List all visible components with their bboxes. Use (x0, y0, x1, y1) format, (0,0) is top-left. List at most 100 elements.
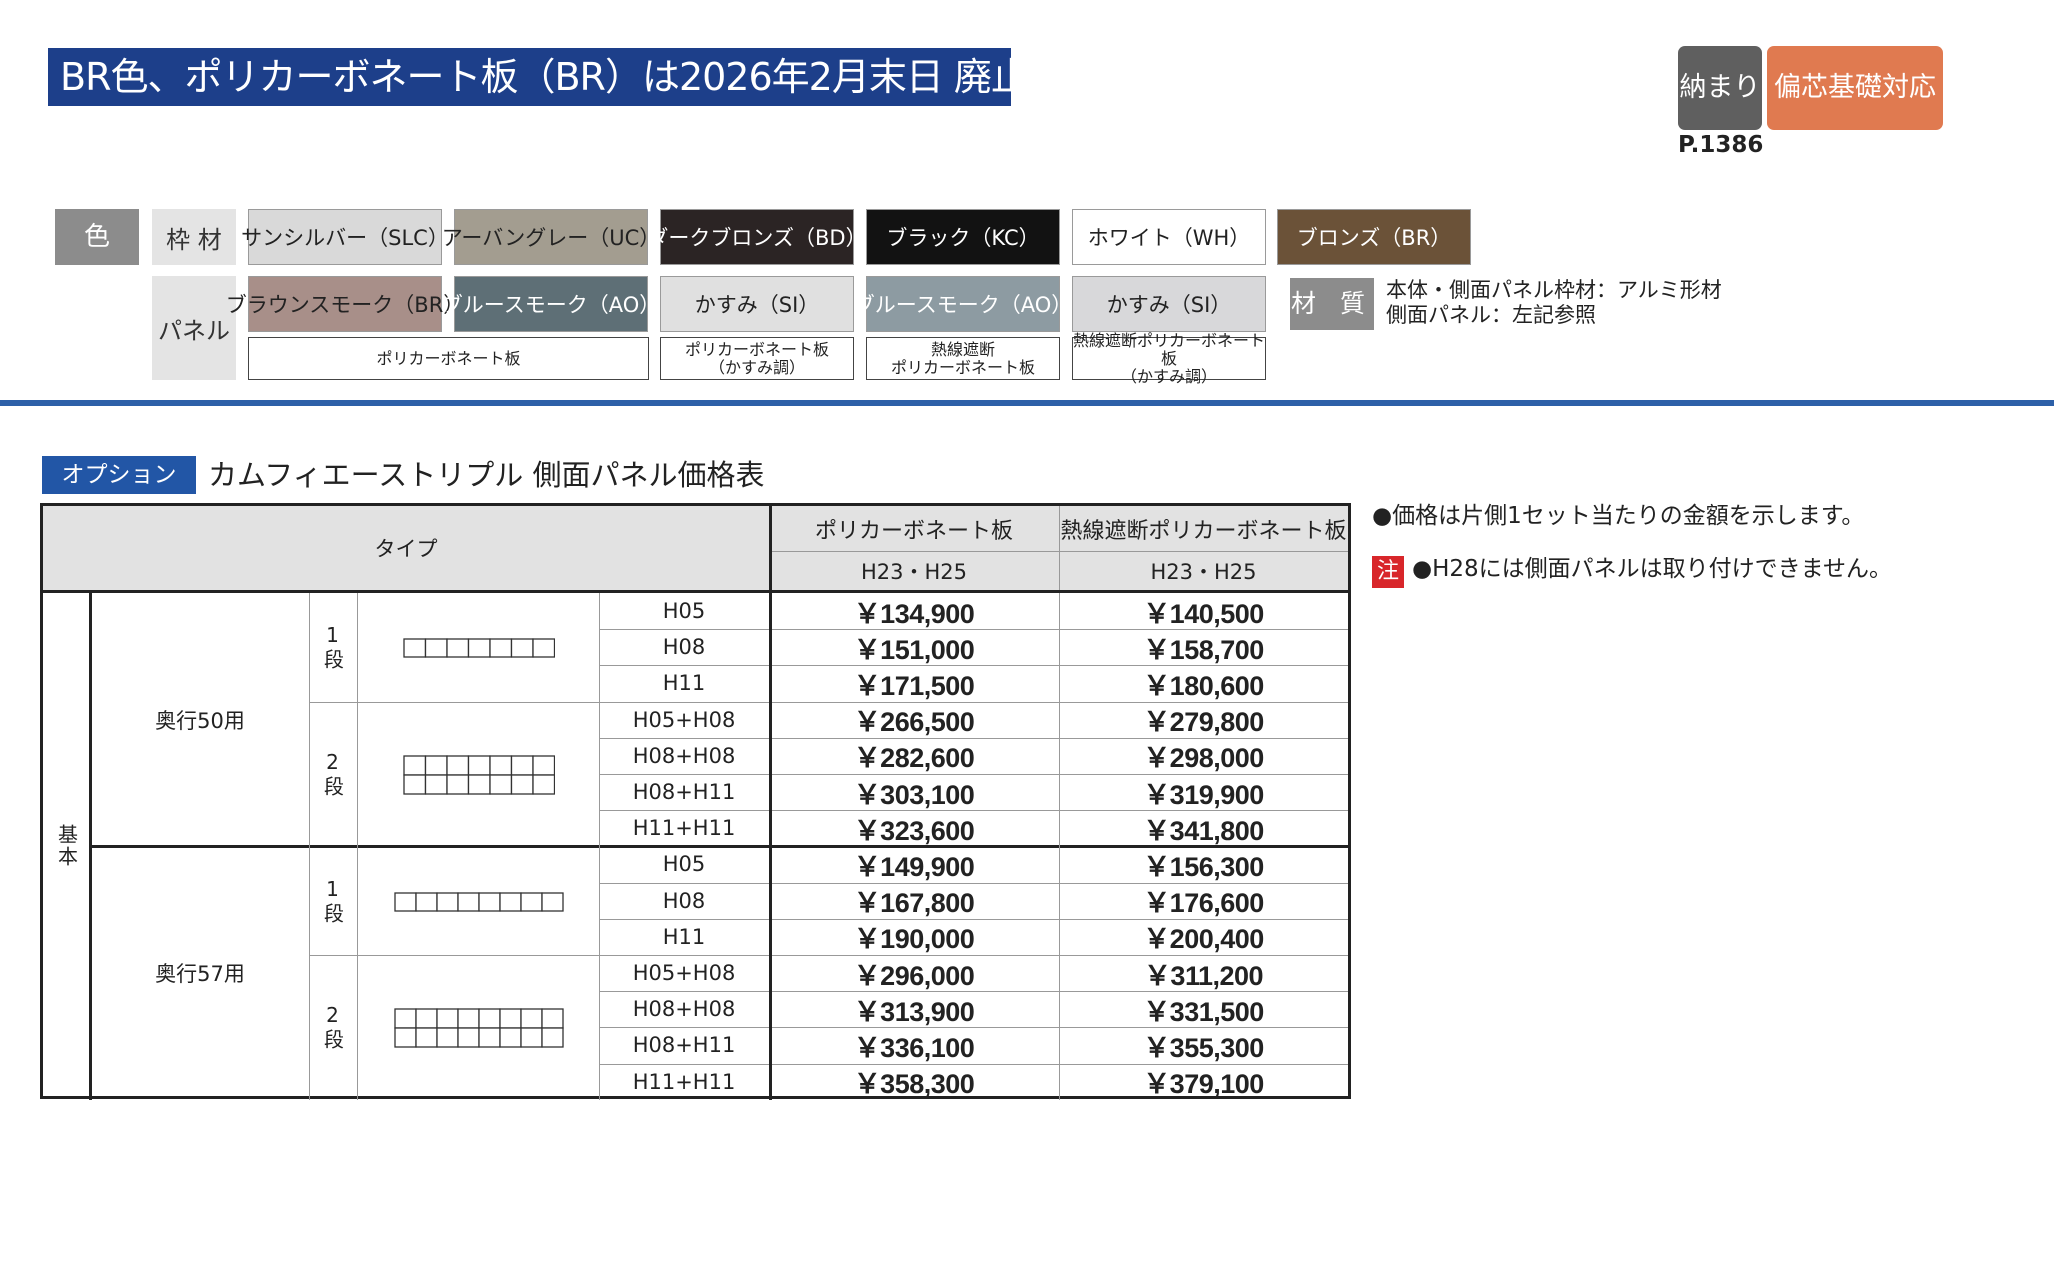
note-line: 熱線遮断 (930, 339, 995, 359)
group-divider (91, 845, 1348, 849)
panel-cell (541, 892, 564, 912)
panel-cell (541, 1027, 564, 1049)
panel-cell (394, 1027, 417, 1049)
panel-cell (520, 1027, 543, 1049)
panel-diagram-icon (394, 892, 564, 912)
offset-foundation-badge: 偏芯基礎対応 (1767, 46, 1943, 130)
panel-cell (489, 755, 512, 776)
price-polycarbonate: ￥190,000 (853, 924, 975, 955)
tier-label: 2段 (320, 749, 345, 798)
height-range-header: H23・H25 (1059, 552, 1348, 590)
grid-line (599, 1063, 1348, 1065)
material-line: 本体・側面パネル枠材：アルミ形材 (1386, 278, 1722, 302)
panel-cell (478, 1008, 501, 1030)
panel-material-note: ポリカーボネート板 (248, 337, 649, 380)
price-divider (769, 593, 772, 1100)
panel-color-swatch: かすみ（SI） (1072, 276, 1266, 332)
note-line: ポリカーボネート板 (684, 339, 829, 359)
price-note: ●価格は片側1セット当たりの金額を示します。 (1372, 503, 1865, 529)
panel-cell (510, 755, 534, 776)
panel-cell (532, 774, 555, 795)
price-polycarbonate: ￥282,600 (853, 743, 975, 774)
tier-label: 1段 (320, 623, 345, 672)
price-heat-block: ￥298,000 (1143, 743, 1264, 774)
caution-mark: 注 (1372, 556, 1404, 588)
panel-cell (415, 1008, 438, 1030)
price-heat-block: ￥319,900 (1143, 779, 1264, 810)
panel-diagram-icon (403, 638, 555, 658)
height-range-header: H23・H25 (769, 552, 1059, 590)
panel-diagram-icon (394, 1008, 564, 1049)
price-heat-block: ￥311,200 (1143, 960, 1264, 991)
depth-group-label: 奥行57用 (155, 962, 245, 987)
type-header: タイプ (43, 506, 769, 590)
price-heat-block: ￥140,500 (1143, 598, 1264, 629)
height-code: H05+H08 (632, 707, 736, 732)
page-banner-title: BR色、ポリカーボネート板（BR）は2026年2月末日 廃止予定 (48, 48, 1103, 106)
panel-cell (403, 638, 426, 658)
panel-cell (424, 774, 448, 795)
panel-cell (394, 892, 417, 912)
grid-line (599, 665, 1348, 667)
panel-cell (467, 638, 491, 658)
grid-line (309, 955, 1348, 956)
frame-color-swatch: ダークブロンズ（BD） (647, 209, 867, 265)
tier-label: 1段 (320, 876, 345, 925)
height-code: H11 (662, 671, 706, 696)
panel-material-note: 熱線遮断ポリカーボネート板 （かすみ調） (1072, 331, 1266, 385)
panel-cell (415, 892, 438, 912)
panel-cell (446, 755, 469, 776)
panel-cell (436, 892, 459, 912)
grid-line (599, 629, 1348, 631)
price-heat-block: ￥158,700 (1143, 634, 1264, 665)
grid-line (599, 810, 1348, 812)
panel-cell (489, 638, 512, 658)
page-reference: P.1386 (1678, 132, 1764, 158)
panel-cell (457, 1027, 480, 1049)
option-tag: オプション (42, 456, 196, 494)
note-line: ポリカーボネート板 (890, 357, 1035, 377)
frame-color-swatch: ブラック（KC） (866, 209, 1060, 265)
price-polycarbonate: ￥149,900 (853, 851, 975, 882)
note-line: ポリカーボネート板 (376, 348, 521, 368)
header-divider (769, 506, 772, 590)
panel-cell (478, 1027, 501, 1049)
panel-cell (532, 755, 555, 776)
fit-badge: 納まり (1678, 46, 1762, 130)
panel-cell (436, 1027, 459, 1049)
panel-cell (394, 1008, 417, 1030)
tier-label: 2段 (320, 1003, 345, 1052)
grid-line (357, 593, 358, 1100)
height-code: H08 (662, 635, 706, 660)
height-code: H11 (662, 924, 706, 949)
panel-cell (403, 755, 426, 776)
price-heat-block: ￥176,600 (1143, 888, 1264, 919)
panel-cell (499, 1027, 522, 1049)
panel-cell (520, 1008, 543, 1030)
grid-line (1059, 593, 1060, 1100)
height-code: H08+H11 (632, 1033, 736, 1058)
price-polycarbonate: ￥134,900 (853, 598, 975, 629)
depth-group-label: 奥行50用 (155, 708, 245, 733)
panel-cell (541, 1008, 564, 1030)
grid-line (309, 701, 1348, 703)
panel-cell (499, 1008, 522, 1030)
price-polycarbonate: ￥313,900 (853, 996, 975, 1027)
panel-diagram-icon (403, 755, 555, 795)
price-heat-block: ￥331,500 (1143, 996, 1264, 1027)
grid-line (599, 593, 600, 1100)
panel-cell (478, 892, 501, 912)
panel-color-swatch: ブルースモーク（AO） (854, 276, 1072, 332)
col-header-polycarbonate: ポリカーボネート板 (769, 506, 1059, 551)
panel-material-note: 熱線遮断 ポリカーボネート板 (866, 337, 1060, 380)
panel-cell (436, 1008, 459, 1030)
panel-cell (403, 774, 426, 795)
price-heat-block: ￥156,300 (1143, 851, 1264, 882)
panel-color-swatch: ブルースモーク（AO） (442, 276, 660, 332)
panel-cell (467, 774, 491, 795)
grid-line (599, 737, 1348, 739)
height-code: H08+H08 (632, 997, 736, 1022)
grid-line (309, 593, 310, 1100)
height-code: H08+H08 (632, 743, 736, 768)
panel-label: パネル (152, 276, 236, 380)
